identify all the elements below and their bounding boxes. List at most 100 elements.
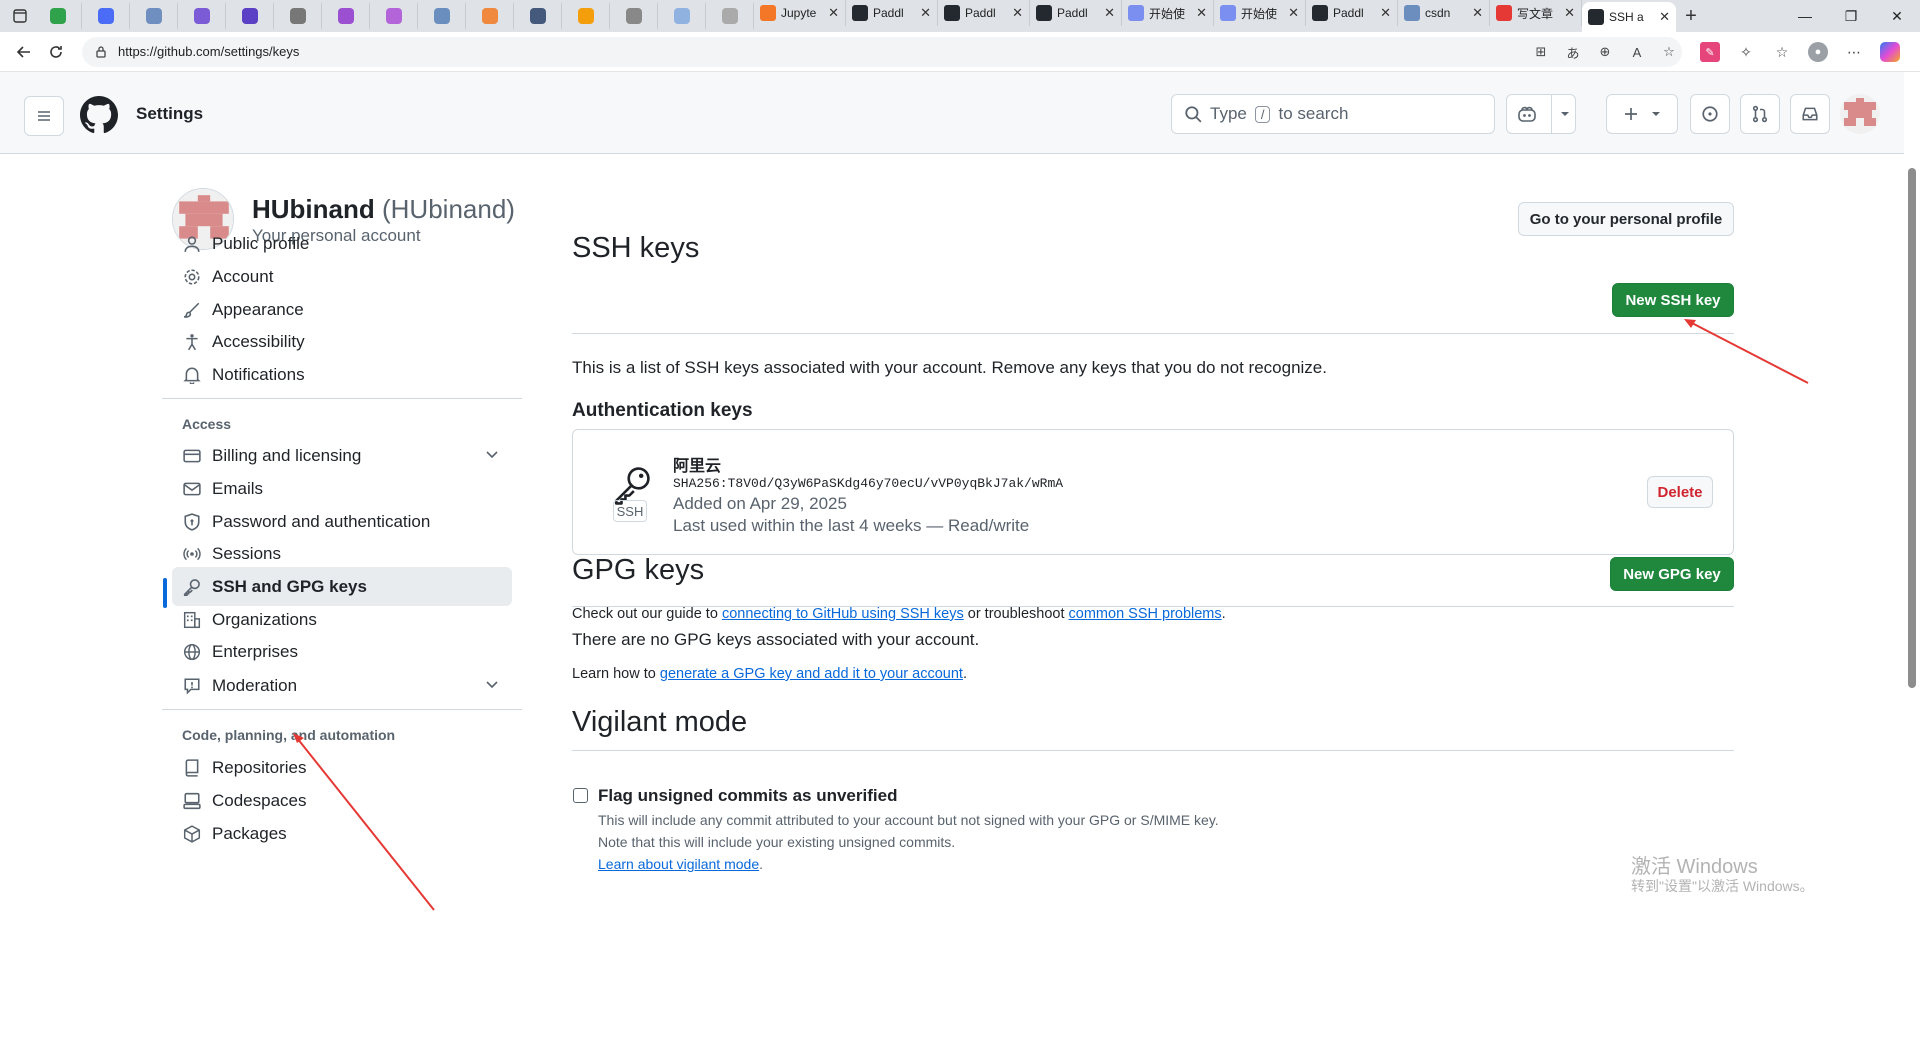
pinned-tab[interactable]	[226, 3, 274, 29]
tab-title: Jupyte	[781, 6, 817, 20]
pinned-tab[interactable]	[562, 3, 610, 29]
favorites-icon[interactable]: ☆	[1772, 42, 1792, 62]
sidebar-item-label: Billing and licensing	[212, 445, 362, 465]
copilot-button[interactable]	[1506, 94, 1576, 134]
refresh-icon[interactable]	[40, 36, 72, 68]
profile-avatar-icon[interactable]: ●	[1808, 42, 1828, 62]
close-tab-icon[interactable]: ✕	[920, 5, 931, 21]
github-logo-icon[interactable]	[80, 96, 118, 134]
pinned-tab[interactable]	[658, 3, 706, 29]
tab-actions-icon[interactable]	[6, 2, 34, 30]
extensions-puzzle-icon[interactable]: ✧	[1736, 42, 1756, 62]
pinned-tab[interactable]	[322, 3, 370, 29]
ssh-guide-link[interactable]: connecting to GitHub using SSH keys	[722, 606, 964, 622]
ssh-keys-heading: SSH keys	[572, 232, 700, 264]
back-icon[interactable]	[8, 36, 40, 68]
pinned-tab[interactable]	[610, 3, 658, 29]
new-tab-button[interactable]: +	[1676, 3, 1706, 29]
close-tab-icon[interactable]: ✕	[1012, 5, 1023, 21]
zoom-icon[interactable]: ⊕	[1596, 43, 1614, 61]
tab-title: Paddl	[1057, 6, 1088, 20]
pinned-tab[interactable]	[82, 3, 130, 29]
pinned-tab[interactable]	[178, 3, 226, 29]
browser-tab[interactable]: 开始使 ✕	[1122, 0, 1214, 26]
sidebar-item-notifications[interactable]: Notifications	[172, 355, 512, 394]
restore-icon[interactable]: ❐	[1828, 0, 1874, 32]
pinned-tab[interactable]	[370, 3, 418, 29]
pinned-tab[interactable]	[34, 3, 82, 29]
browser-tab[interactable]: SSH a ✕	[1582, 2, 1676, 32]
new-ssh-key-button[interactable]: New SSH key	[1612, 283, 1734, 317]
url-field[interactable]: https://github.com/settings/keys	[82, 36, 1682, 67]
close-tab-icon[interactable]: ✕	[1104, 5, 1115, 21]
user-avatar[interactable]	[1840, 94, 1880, 134]
delete-ssh-key-button[interactable]: Delete	[1647, 476, 1713, 508]
extension-icon[interactable]: ✎	[1700, 42, 1720, 62]
pinned-tab[interactable]	[418, 3, 466, 29]
scrollbar-thumb[interactable]	[1908, 168, 1916, 688]
close-tab-icon[interactable]: ✕	[1196, 5, 1207, 21]
browser-tab[interactable]: csdn ✕	[1398, 0, 1490, 26]
sidebar-item-label: Account	[212, 266, 274, 286]
copilot-icon[interactable]	[1880, 42, 1900, 62]
create-new-button[interactable]	[1606, 94, 1678, 134]
pinned-tab[interactable]	[130, 3, 178, 29]
inbox-icon	[1801, 105, 1819, 123]
site-info-icon[interactable]	[94, 45, 108, 59]
page-scrollbar[interactable]	[1904, 72, 1920, 1040]
close-tab-icon[interactable]: ✕	[1472, 5, 1483, 21]
pinned-tab[interactable]	[466, 3, 514, 29]
vigilant-checkbox-label[interactable]: Flag unsigned commits as unverified	[598, 786, 897, 806]
emails-icon	[182, 479, 202, 499]
window-controls: — ❐ ✕	[1782, 0, 1920, 32]
menu-hamburger-icon[interactable]	[24, 96, 64, 136]
browser-tab[interactable]: Jupyte ✕	[754, 0, 846, 26]
browser-tab[interactable]: Paddl ✕	[846, 0, 938, 26]
windows-watermark-subtitle: 转到"设置"以激活 Windows。	[1631, 878, 1814, 894]
close-tab-icon[interactable]: ✕	[828, 5, 839, 21]
pinned-tab[interactable]	[514, 3, 562, 29]
go-to-profile-button[interactable]: Go to your personal profile	[1518, 202, 1734, 236]
settings-page: HUbinand (HUbinand) Your personal accoun…	[0, 154, 1904, 1040]
pinned-tab[interactable]	[274, 3, 322, 29]
search-input[interactable]: Type / to search	[1171, 94, 1495, 134]
read-aloud-icon[interactable]: A	[1628, 43, 1646, 61]
browser-tab[interactable]: Paddl ✕	[938, 0, 1030, 26]
gpg-learn-link[interactable]: generate a GPG key and add it to your ac…	[660, 666, 963, 682]
close-tab-icon[interactable]: ✕	[1288, 5, 1299, 21]
chevron-down-icon[interactable]	[1551, 95, 1570, 133]
profile-login: (HUbinand)	[382, 194, 515, 224]
new-gpg-key-button[interactable]: New GPG key	[1610, 557, 1734, 591]
pinned-tab[interactable]	[706, 3, 754, 29]
search-icon	[1184, 105, 1202, 123]
minimize-icon[interactable]: —	[1782, 0, 1828, 32]
close-tab-icon[interactable]: ✕	[1380, 5, 1391, 21]
chevron-down-icon[interactable]	[484, 676, 500, 692]
browser-tab[interactable]: 开始使 ✕	[1214, 0, 1306, 26]
browser-tab[interactable]: 写文章 ✕	[1490, 0, 1582, 26]
header-title[interactable]: Settings	[136, 104, 203, 124]
public-profile-icon	[182, 234, 202, 254]
translate-icon[interactable]: あ	[1564, 43, 1582, 61]
browser-tab[interactable]: Paddl ✕	[1030, 0, 1122, 26]
sidebar-item-moderation[interactable]: Moderation	[172, 666, 512, 705]
close-window-icon[interactable]: ✕	[1874, 0, 1920, 32]
inbox-button[interactable]	[1790, 94, 1830, 134]
vigilant-learn-link[interactable]: Learn about vigilant mode	[598, 856, 759, 872]
pull-requests-button[interactable]	[1740, 94, 1780, 134]
close-tab-icon[interactable]: ✕	[1659, 9, 1670, 25]
more-menu-icon[interactable]: ⋯	[1844, 42, 1864, 62]
ssh-problems-link[interactable]: common SSH problems	[1069, 606, 1222, 622]
pinned-tab-favicon-icon	[721, 8, 738, 24]
vigilant-mode-checkbox[interactable]	[573, 788, 588, 803]
sidebar-item-label: Packages	[212, 823, 287, 843]
app-available-icon[interactable]: ⊞	[1532, 43, 1550, 61]
close-tab-icon[interactable]: ✕	[1564, 5, 1575, 21]
issues-button[interactable]	[1690, 94, 1730, 134]
sidebar-item-packages[interactable]: Packages	[172, 814, 512, 853]
favorite-star-icon[interactable]: ☆	[1660, 43, 1678, 61]
browser-tab[interactable]: Paddl ✕	[1306, 0, 1398, 26]
profile-name: HUbinand (HUbinand)	[252, 194, 515, 225]
notifications-icon	[182, 365, 202, 385]
chevron-down-icon[interactable]	[484, 446, 500, 462]
